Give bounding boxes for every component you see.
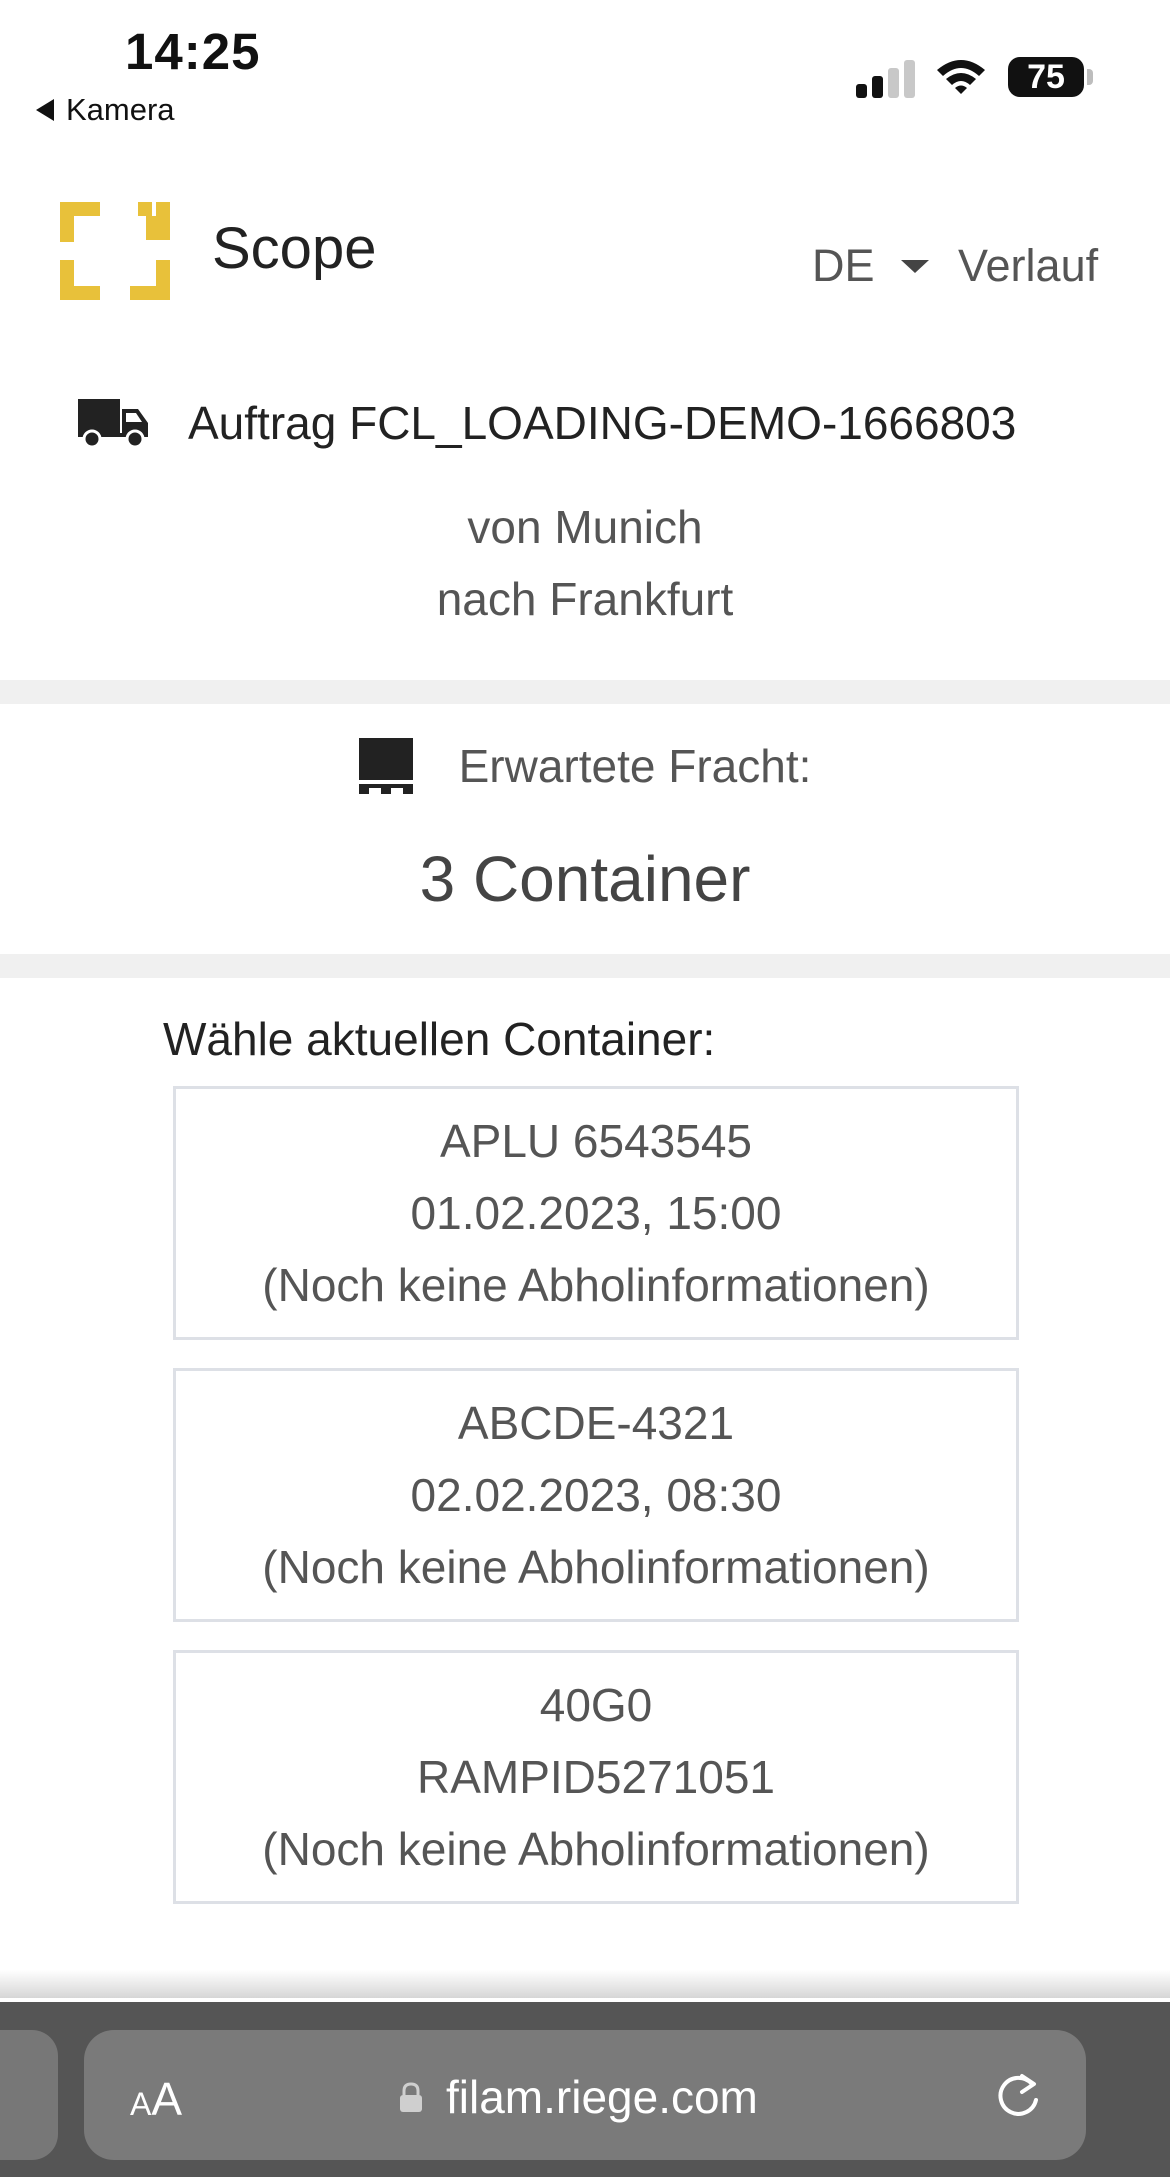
order-heading: Auftrag FCL_LOADING-DEMO-1666803 <box>78 396 1016 450</box>
back-arrow-icon <box>36 99 54 121</box>
scope-logo <box>60 202 170 300</box>
select-container-label: Wähle aktuellen Container: <box>163 1013 716 1065</box>
browser-toolbar: AA filam.riege.com <box>0 2002 1170 2177</box>
wifi-icon <box>937 60 985 94</box>
truck-icon <box>78 399 148 449</box>
order-title: Auftrag FCL_LOADING-DEMO-1666803 <box>188 397 1017 449</box>
status-bar: 14:25 Kamera 75 <box>0 0 1170 140</box>
battery-tip <box>1087 69 1093 85</box>
language-label: DE <box>812 240 875 291</box>
container-option[interactable]: 40G0 RAMPID5271051 (Noch keine Abholinfo… <box>173 1650 1019 1904</box>
content-bottom-shadow <box>0 1970 1170 1998</box>
history-link[interactable]: Verlauf <box>958 240 1098 292</box>
container-id: 40G0 <box>539 1679 653 1731</box>
reload-icon[interactable] <box>992 2070 1044 2122</box>
container-date: 01.02.2023, 15:00 <box>410 1187 782 1239</box>
back-label: Kamera <box>66 92 175 127</box>
previous-tab[interactable] <box>0 2030 58 2160</box>
route-to: nach Frankfurt <box>436 573 734 625</box>
expected-freight: Erwartete Fracht: <box>0 738 1170 794</box>
brand-name: Scope <box>212 216 377 281</box>
address-bar[interactable]: AA filam.riege.com <box>84 2030 1086 2160</box>
caret-down-icon <box>900 259 929 273</box>
container-pickup-info: (Noch keine Abholinformationen) <box>262 1823 930 1875</box>
container-option[interactable]: APLU 6543545 01.02.2023, 15:00 (Noch kei… <box>173 1086 1019 1340</box>
container-option[interactable]: ABCDE-4321 02.02.2023, 08:30 (Noch keine… <box>173 1368 1019 1622</box>
container-id: APLU 6543545 <box>439 1115 753 1167</box>
container-date: 02.02.2023, 08:30 <box>410 1469 782 1521</box>
route-from: von Munich <box>467 501 703 553</box>
lock-icon <box>400 2082 422 2112</box>
url-text: filam.riege.com <box>446 2071 758 2123</box>
freight-count: 3 Container <box>419 843 751 915</box>
container-pickup-info: (Noch keine Abholinformationen) <box>262 1259 930 1311</box>
container-id: ABCDE-4321 <box>457 1397 735 1449</box>
pallet-icon <box>358 738 413 794</box>
section-divider <box>0 680 1170 704</box>
container-pickup-info: (Noch keine Abholinformationen) <box>262 1541 930 1593</box>
freight-label: Erwartete Fracht: <box>458 740 812 792</box>
cellular-signal-icon <box>856 58 916 98</box>
status-time: 14:25 <box>125 23 261 80</box>
section-divider <box>0 954 1170 978</box>
container-ramp-id: RAMPID5271051 <box>417 1751 775 1803</box>
battery-icon: 75 <box>1008 57 1084 97</box>
text-size-button[interactable]: AA <box>130 2072 182 2126</box>
back-to-camera-button[interactable]: Kamera <box>36 92 175 128</box>
language-dropdown[interactable]: DE <box>812 240 929 292</box>
